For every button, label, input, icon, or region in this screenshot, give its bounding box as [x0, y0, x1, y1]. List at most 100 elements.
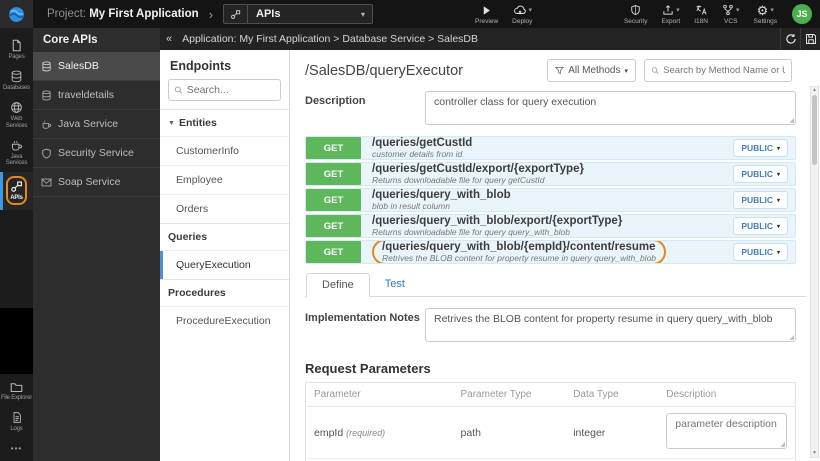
- endpoint-url: /queries/getCustId/export/{exportType}: [372, 163, 584, 175]
- main-content: /SalesDB/queryExecutor All Methods ▾ Des…: [290, 50, 820, 461]
- endpoint-row[interactable]: GET /queries/getCustId customer details …: [305, 136, 796, 160]
- column-header: Data Type: [565, 382, 659, 407]
- section-queries[interactable]: Queries: [160, 223, 289, 250]
- preview-button[interactable]: Preview: [475, 4, 498, 25]
- user-avatar[interactable]: JS: [792, 4, 812, 24]
- endpoints-search-input[interactable]: [186, 84, 275, 96]
- sidebar-item-apis[interactable]: APIs: [0, 172, 33, 211]
- column-header: Parameter: [305, 382, 453, 407]
- core-apis-title: Core APIs: [43, 34, 98, 46]
- endpoint-item-orders[interactable]: Orders: [160, 194, 289, 223]
- endpoint-row[interactable]: GET /queries/query_with_blob blob in res…: [305, 188, 796, 212]
- page-title: /SalesDB/queryExecutor: [305, 62, 463, 79]
- i18n-button[interactable]: I18N: [694, 4, 708, 25]
- core-api-item-traveldetails[interactable]: traveldetails: [33, 81, 160, 110]
- endpoint-row-selected[interactable]: GET /queries/query_with_blob/{empId}/con…: [305, 240, 796, 264]
- vcs-button[interactable]: ▾ VCS: [722, 4, 740, 25]
- access-dropdown[interactable]: PUBLIC ▾: [733, 243, 788, 261]
- param-type: path: [452, 406, 566, 459]
- param-required: (required): [346, 427, 386, 438]
- chevron-down-icon: ▾: [528, 7, 533, 14]
- endpoint-row[interactable]: GET /queries/getCustId/export/{exportTyp…: [305, 162, 796, 186]
- endpoint-description: Returns downloadable file for query getC…: [372, 174, 545, 185]
- vertical-scrollbar[interactable]: ▲ ▼: [810, 86, 819, 458]
- core-api-item-soap-service[interactable]: Soap Service: [33, 168, 160, 197]
- scrollbar-thumb[interactable]: [812, 95, 817, 165]
- deploy-button[interactable]: ▾ Deploy: [512, 4, 532, 25]
- save-icon: [805, 34, 816, 44]
- tab-test[interactable]: Test: [370, 273, 420, 296]
- save-button[interactable]: [800, 28, 820, 50]
- chevron-down-icon: ▾: [735, 7, 740, 14]
- column-header: Description: [658, 382, 796, 407]
- project-name: Project: My First Application: [47, 8, 199, 20]
- endpoints-search[interactable]: [168, 79, 281, 101]
- sidebar-item-databases[interactable]: Databases: [0, 66, 33, 97]
- endpoint-item-employee[interactable]: Employee: [160, 165, 289, 194]
- core-api-item-salesdb[interactable]: SalesDB: [33, 52, 160, 81]
- chevron-down-icon: ▾: [776, 249, 780, 256]
- sidebar-item-web-services[interactable]: Web Services: [0, 97, 33, 135]
- endpoint-description: Retrives the BLOB content for property r…: [382, 252, 657, 263]
- redacted-area: [0, 308, 33, 375]
- coffee-cup-icon: [41, 119, 52, 130]
- core-api-item-security-service[interactable]: Security Service: [33, 139, 160, 168]
- method-search-input[interactable]: [663, 65, 785, 76]
- export-button[interactable]: ▾ Export: [661, 4, 680, 25]
- methods-filter-dropdown[interactable]: All Methods ▾: [547, 59, 636, 82]
- branch-icon: [722, 4, 734, 16]
- method-search[interactable]: [644, 59, 792, 82]
- left-icon-rail: Pages Databases Web Services Java Servic…: [0, 28, 33, 461]
- section-procedures[interactable]: Procedures: [160, 279, 289, 306]
- access-dropdown[interactable]: PUBLIC ▾: [733, 191, 788, 209]
- endpoint-row[interactable]: GET /queries/query_with_blob/export/{exp…: [305, 214, 796, 238]
- scroll-up-icon[interactable]: ▲: [811, 87, 818, 93]
- core-api-item-java-service[interactable]: Java Service: [33, 110, 160, 139]
- sidebar-item-pages[interactable]: Pages: [0, 35, 33, 66]
- rail-spacer: [0, 210, 33, 308]
- sidebar-item-file-explorer[interactable]: File Explorer: [0, 377, 33, 407]
- description-label: Description: [305, 95, 366, 107]
- app-logo[interactable]: [0, 0, 33, 28]
- shield-icon: [630, 4, 641, 17]
- more-options-icon[interactable]: •••: [0, 438, 33, 461]
- section-entities[interactable]: ▼ Entities: [160, 109, 289, 136]
- collapse-panel-icon[interactable]: «: [160, 33, 178, 45]
- endpoint-item-customerinfo[interactable]: CustomerInfo: [160, 136, 289, 165]
- security-button[interactable]: Security: [624, 4, 647, 25]
- cloud-upload-icon: [513, 4, 527, 16]
- param-description-textarea[interactable]: [666, 413, 787, 449]
- database-icon: [41, 89, 52, 101]
- search-icon: [651, 67, 659, 74]
- endpoints-panel: Endpoints ▼ Entities CustomerInfo Employ…: [160, 50, 290, 461]
- endpoint-url: /queries/getCustId: [372, 137, 473, 149]
- play-icon: [481, 4, 492, 17]
- pages-icon: [10, 39, 23, 52]
- filter-icon: [555, 67, 565, 75]
- sidebar-item-java-services[interactable]: Java Services: [0, 135, 33, 173]
- mode-selector-dropdown[interactable]: APIs ▾: [223, 4, 374, 24]
- endpoint-item-queryexecution[interactable]: QueryExecution: [160, 250, 289, 279]
- implementation-notes-textarea[interactable]: Retrives the BLOB content for property r…: [425, 308, 796, 342]
- scroll-down-icon[interactable]: ▼: [811, 450, 818, 456]
- endpoint-description: customer details from id: [372, 148, 463, 159]
- endpoint-url: /queries/query_with_blob/{empId}/content…: [382, 241, 656, 254]
- endpoint-item-procedureexecution[interactable]: ProcedureExecution: [160, 306, 289, 335]
- endpoint-url: /queries/query_with_blob: [372, 189, 511, 201]
- description-textarea[interactable]: controller class for query execution: [425, 91, 796, 125]
- core-apis-panel: Core APIs SalesDB traveldetails Java Ser…: [33, 28, 160, 461]
- sidebar-item-logs[interactable]: Logs: [0, 407, 33, 438]
- globe-icon: [10, 101, 23, 114]
- access-dropdown[interactable]: PUBLIC ▾: [733, 139, 788, 157]
- export-icon: [662, 4, 674, 16]
- request-parameters-table: Parameter Parameter Type Data Type Descr…: [305, 382, 796, 461]
- endpoints-title: Endpoints: [170, 59, 232, 73]
- refresh-button[interactable]: [780, 28, 800, 50]
- settings-button[interactable]: ⚙ ▾ Settings: [754, 4, 778, 25]
- tab-define[interactable]: Define: [306, 273, 370, 297]
- access-dropdown[interactable]: PUBLIC ▾: [733, 165, 788, 183]
- chevron-down-icon: ▾: [776, 145, 780, 152]
- mode-selector-value: APIs: [256, 8, 281, 20]
- access-dropdown[interactable]: PUBLIC ▾: [733, 217, 788, 235]
- chevron-down-icon: ▾: [776, 171, 780, 178]
